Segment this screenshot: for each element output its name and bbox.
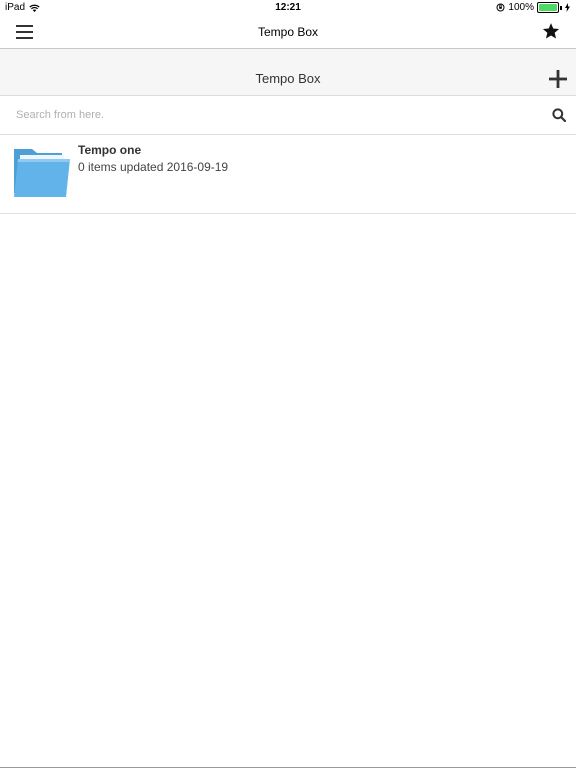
search-input[interactable]: [12, 104, 540, 126]
search-bar: [0, 96, 576, 135]
status-right: 100%: [496, 2, 570, 13]
status-bar: iPad 12:21 100%: [0, 0, 576, 16]
folder-list: Tempo one 0 items updated 2016-09-19: [0, 135, 576, 214]
item-title: Tempo one: [78, 143, 142, 157]
battery-nub: [560, 5, 562, 10]
nav-title: Tempo Box: [257, 25, 319, 39]
section-title: Tempo Box: [255, 71, 321, 86]
search-icon[interactable]: [552, 108, 566, 122]
orientation-lock-icon: [496, 3, 505, 12]
battery-fill: [539, 4, 557, 11]
charging-bolt-icon: [565, 3, 570, 12]
status-time: 12:21: [275, 2, 301, 13]
section-header: Tempo Box: [0, 49, 576, 96]
battery-icon: [537, 2, 559, 13]
list-item[interactable]: Tempo one 0 items updated 2016-09-19: [0, 135, 576, 214]
app-screen: iPad 12:21 100% Tempo Box Tempo Box Sear…: [0, 0, 576, 768]
folder-icon: [14, 149, 71, 197]
nav-bar: Tempo Box: [0, 16, 576, 49]
plus-icon[interactable]: [549, 70, 567, 88]
star-icon[interactable]: [542, 22, 560, 40]
battery-percent: 100%: [508, 2, 534, 13]
item-subtitle: 0 items updated 2016-09-19: [78, 160, 229, 174]
